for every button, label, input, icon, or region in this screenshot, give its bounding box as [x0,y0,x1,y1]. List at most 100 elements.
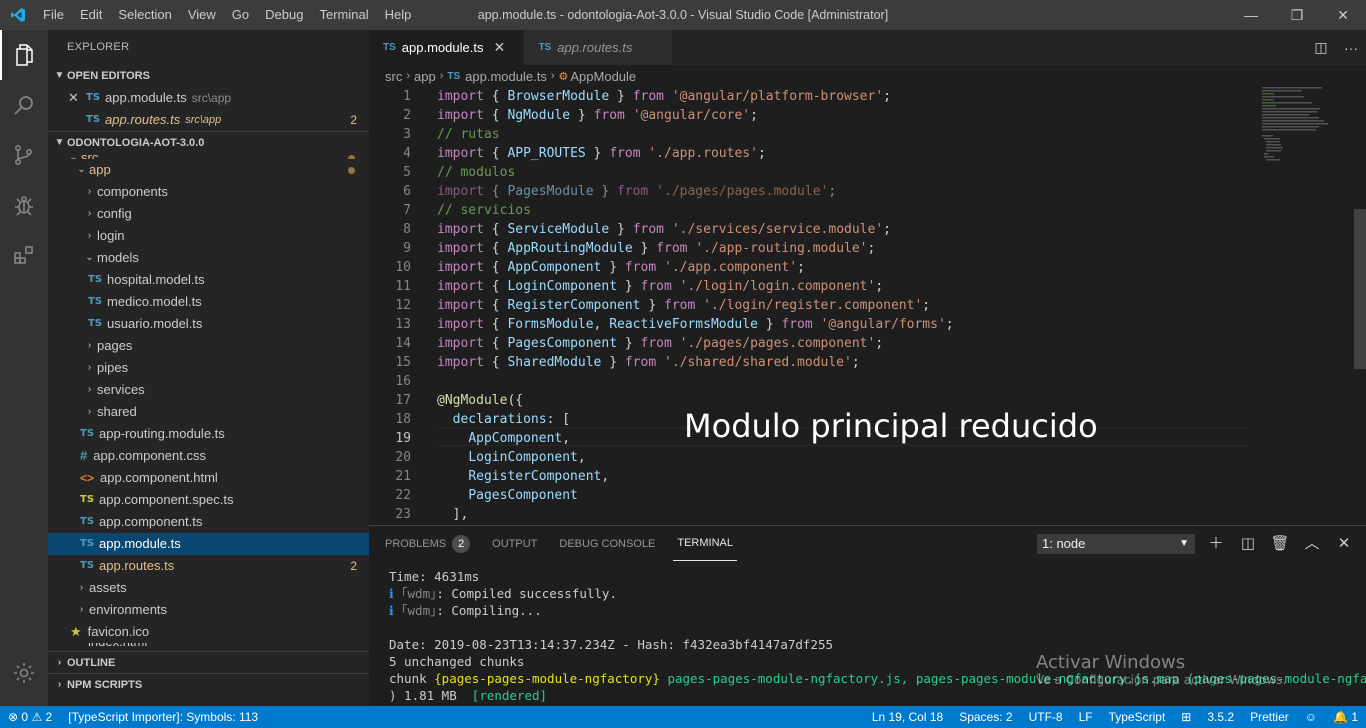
code-editor[interactable]: 1 import { BrowserModule } from '@angular… [369,87,1366,525]
importer-status[interactable]: [TypeScript Importer]: Symbols: 113 [60,710,266,724]
tab-label: TERMINAL [677,537,733,549]
close-button[interactable]: ✕ [1320,0,1366,30]
split-terminal-icon[interactable]: ◫ [1232,534,1264,554]
extensions-icon[interactable] [0,230,48,280]
folder-pipes[interactable]: › pipes [48,357,369,379]
minimize-button[interactable]: — [1228,0,1274,30]
source-control-icon[interactable] [0,130,48,180]
file-item[interactable]: ★ favicon.ico [48,621,369,643]
code-text: import { NgModule } from '@angular/core'… [437,108,758,123]
bell-icon: 🔔 [1333,710,1348,724]
file-label: hospital.model.ts [107,272,205,287]
tab-output[interactable]: OUTPUT [488,526,541,561]
indentation[interactable]: Spaces: 2 [951,710,1020,724]
line-number: 12 [395,298,411,313]
breadcrumb-item[interactable]: src [385,69,402,84]
maximize-panel-icon[interactable]: ︿ [1296,534,1328,554]
breadcrumb-item[interactable]: AppModule [570,69,636,84]
more-actions-icon[interactable]: ··· [1336,40,1366,56]
terminal-select-value: 1: node [1042,536,1086,551]
folder-services[interactable]: › services [48,379,369,401]
modified-dot-icon [348,167,355,174]
terminal-select[interactable]: 1: node ▼ [1037,534,1195,554]
file-item[interactable]: TS app.component.spec.ts [48,489,369,511]
menu-debug[interactable]: Debug [257,0,311,30]
tab-label: app.routes.ts [557,40,633,55]
split-editor-icon[interactable]: ◫ [1306,39,1336,56]
close-icon[interactable]: ✕ [68,87,84,109]
menu-view[interactable]: View [180,0,224,30]
maximize-button[interactable]: ❐ [1274,0,1320,30]
code-line: 23 ], [369,505,1366,524]
cursor-position[interactable]: Ln 19, Col 18 [864,710,951,724]
file-item[interactable]: TS app-routing.module.ts [48,423,369,445]
npm-scripts-header[interactable]: › NPM SCRIPTS [48,673,369,695]
file-item[interactable]: TS app.component.ts [48,511,369,533]
folder-models[interactable]: ⌄ models [48,247,369,269]
folder-label: app [89,162,111,177]
problems-status[interactable]: ⊗ 0 ⚠ 2 [0,710,60,724]
smiley-icon[interactable]: ☺ [1297,710,1325,724]
tab-debug-console[interactable]: DEBUG CONSOLE [555,526,659,561]
menu-go[interactable]: Go [224,0,257,30]
tab-app-routes[interactable]: TS app.routes.ts [524,30,674,65]
open-editor-item[interactable]: TS app.routes.ts src\app 2 [48,109,369,131]
folder-app[interactable]: ⌄ app [48,159,369,181]
feedback-icon[interactable]: ⊞ [1173,710,1199,724]
file-item[interactable]: <> app.component.html [48,467,369,489]
file-item[interactable]: TS app.routes.ts 2 [48,555,369,577]
file-item[interactable]: TS hospital.model.ts [48,269,369,291]
code-line: 11 import { LoginComponent } from './logi… [369,277,1366,296]
menu-selection[interactable]: Selection [110,0,179,30]
file-item[interactable]: TS usuario.model.ts [48,313,369,335]
folder-shared[interactable]: › shared [48,401,369,423]
end-of-line[interactable]: LF [1071,710,1101,724]
minimap[interactable] [1262,87,1352,167]
menu-terminal[interactable]: Terminal [311,0,376,30]
outline-header[interactable]: › OUTLINE [48,651,369,673]
close-icon[interactable]: ✕ [493,39,509,56]
file-label: medico.model.ts [107,294,202,309]
folder-assets[interactable]: › assets [48,577,369,599]
prettier-status[interactable]: Prettier [1242,710,1297,724]
file-item[interactable]: TS medico.model.ts [48,291,369,313]
code-line: 10 import { AppComponent } from './app.co… [369,258,1366,277]
folder-pages[interactable]: › pages [48,335,369,357]
breadcrumb-item[interactable]: app [414,69,436,84]
tab-label: OUTPUT [492,537,538,550]
file-item[interactable]: index.html [48,643,369,651]
chevron-down-icon: ⌄ [85,252,94,263]
menu-help[interactable]: Help [377,0,420,30]
editor-scrollbar[interactable] [1352,87,1366,525]
folder-components[interactable]: › components [48,181,369,203]
file-item-selected[interactable]: TS app.module.ts [48,533,369,555]
tab-terminal[interactable]: TERMINAL [673,526,737,561]
new-terminal-icon[interactable]: ＋ [1200,534,1232,554]
code-text: // rutas [437,127,500,142]
open-editor-item[interactable]: ✕ TS app.module.ts src\app [48,87,369,109]
settings-gear-icon[interactable] [0,648,48,698]
scrollbar-thumb[interactable] [1354,209,1366,369]
tab-app-module[interactable]: TS app.module.ts ✕ [369,30,525,65]
folder-config[interactable]: › config [48,203,369,225]
notifications[interactable]: 🔔 1 [1325,710,1366,724]
open-editors-header[interactable]: ▼ OPEN EDITORS [48,65,369,87]
language-mode[interactable]: TypeScript [1101,710,1174,724]
debug-icon[interactable] [0,180,48,230]
typescript-file-icon: TS [88,296,103,307]
file-item[interactable]: # app.component.css [48,445,369,467]
menu-edit[interactable]: Edit [72,0,110,30]
terminal-line-text: ｢wdm｣: Compiled successfully. [401,586,617,601]
trash-icon[interactable]: 🗑 [1264,534,1296,554]
folder-environments[interactable]: › environments [48,599,369,621]
folder-src[interactable]: ⌄ src [48,147,369,159]
tab-problems[interactable]: PROBLEMS 2 [381,526,474,561]
folder-login[interactable]: › login [48,225,369,247]
breadcrumb-item[interactable]: app.module.ts [465,69,547,84]
search-icon[interactable] [0,80,48,130]
menu-file[interactable]: File [35,0,72,30]
encoding[interactable]: UTF-8 [1021,710,1071,724]
close-panel-icon[interactable]: ✕ [1328,534,1360,554]
files-icon[interactable] [0,30,48,80]
ts-version[interactable]: 3.5.2 [1199,710,1242,724]
